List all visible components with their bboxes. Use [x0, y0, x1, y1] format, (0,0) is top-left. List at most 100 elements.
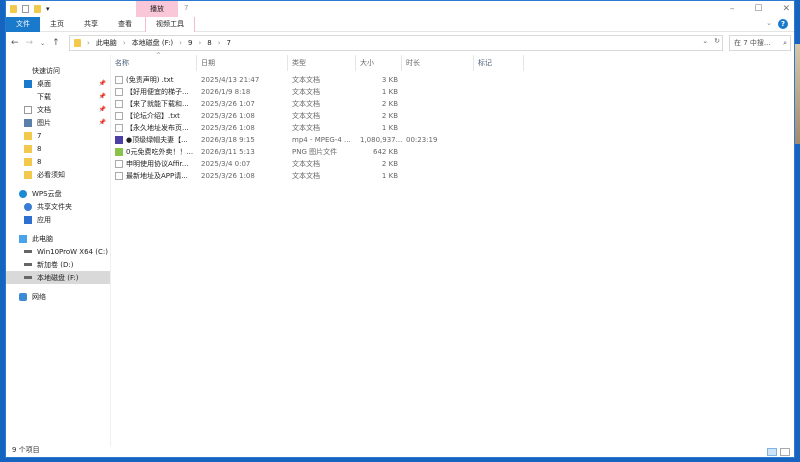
nav-item[interactable]: 下载 📌: [6, 90, 110, 103]
nav-item-label: 网络: [32, 292, 46, 301]
tab-file[interactable]: 文件: [6, 16, 40, 32]
details-view-button[interactable]: [767, 448, 777, 456]
column-date[interactable]: 日期: [197, 55, 288, 71]
nav-item[interactable]: 文档 📌: [6, 103, 110, 116]
column-type[interactable]: 类型: [288, 55, 356, 71]
nav-item-label: 8: [37, 144, 42, 153]
nav-item[interactable]: 必看须知: [6, 168, 110, 181]
ribbon-tabs: 文件 主页 共享 查看 视频工具 ⌄ ?: [6, 16, 794, 32]
txt-file-icon: [115, 160, 123, 168]
png-file-icon: [115, 148, 123, 156]
file-row[interactable]: 【好用便宜的梯子... 2026/1/9 8:18 文本文档 1 KB: [111, 86, 794, 98]
search-input[interactable]: 在 7 中搜... ⌕: [729, 35, 791, 51]
nav-item[interactable]: 7: [6, 129, 110, 142]
tab-video-tools[interactable]: 视频工具: [145, 16, 195, 32]
title-bar: ▾ 播放 7 – ☐ ✕: [6, 1, 794, 17]
breadcrumb-drive-f[interactable]: 本地磁盘 (F:): [132, 38, 174, 48]
forward-button[interactable]: →: [26, 38, 34, 48]
nav-item-label: 文档: [37, 105, 51, 114]
pin-icon: 📌: [98, 119, 106, 126]
properties-icon[interactable]: [22, 5, 29, 13]
file-date: 2025/3/26 1:07: [201, 100, 255, 108]
nav-item[interactable]: 本地磁盘 (F:): [6, 271, 110, 284]
recent-dropdown-icon[interactable]: ⌄: [40, 40, 45, 47]
up-button[interactable]: ↑: [52, 38, 60, 48]
navigation-pane: 快速访问 桌面 📌 下载 📌 文档 📌 图片 📌 7 8 8 必看须知 WPS云盘 共享文件夹 应用 此电脑 Wi…: [6, 55, 110, 447]
minimize-button[interactable]: –: [730, 1, 735, 17]
column-tags[interactable]: 标记: [474, 55, 524, 71]
context-tab-play[interactable]: 播放: [136, 1, 178, 17]
nav-item[interactable]: 共享文件夹: [6, 200, 110, 213]
search-icon: ⌕: [783, 39, 787, 47]
help-icon[interactable]: ?: [778, 19, 788, 29]
column-size[interactable]: 大小: [356, 55, 402, 71]
nav-item[interactable]: 8: [6, 142, 110, 155]
folder-icon: [24, 131, 32, 140]
nav-item-label: 7: [37, 131, 42, 140]
quick-access-toolbar: ▾: [6, 5, 50, 13]
file-date: 2025/3/26 1:08: [201, 124, 255, 132]
file-date: 2025/4/13 21:47: [201, 76, 260, 84]
apps-icon: [24, 215, 32, 224]
nav-item[interactable]: 此电脑: [6, 232, 110, 245]
tab-home[interactable]: 主页: [40, 17, 74, 32]
folder-icon: [24, 144, 32, 153]
nav-item[interactable]: 8: [6, 155, 110, 168]
address-bar[interactable]: › 此电脑 › 本地磁盘 (F:) › 9 › 8 › 7 ⌄ ↻: [69, 35, 723, 51]
file-type: 文本文档: [292, 124, 320, 132]
nav-item[interactable]: 应用: [6, 213, 110, 226]
file-size: 642 KB: [373, 148, 398, 156]
file-row[interactable]: 【永久地址发布页... 2025/3/26 1:08 文本文档 1 KB: [111, 122, 794, 134]
status-item-count: 9 个项目: [12, 446, 40, 454]
nav-item[interactable]: Win10ProW X64 (C:): [6, 245, 110, 258]
breadcrumb-this-pc[interactable]: 此电脑: [96, 38, 117, 48]
nav-item[interactable]: 新加卷 (D:): [6, 258, 110, 271]
file-row[interactable]: 0元免费吃外卖！！... 2026/3/11 5:13 PNG 图片文件 642 KB: [111, 146, 794, 158]
file-size: 2 KB: [381, 112, 398, 120]
file-date: 2026/1/9 8:18: [201, 88, 251, 96]
nav-item[interactable]: 快速访问: [6, 64, 110, 77]
nav-item-label: 快速访问: [32, 66, 60, 75]
breadcrumb-9[interactable]: 9: [188, 39, 192, 47]
file-type: 文本文档: [292, 112, 320, 120]
back-button[interactable]: ←: [11, 38, 19, 48]
file-row[interactable]: ●顶级绿帽夫妻【... 2026/3/18 9:15 mp4 - MPEG-4 ..…: [111, 134, 794, 146]
file-row[interactable]: 【论坛介绍】.txt 2025/3/26 1:08 文本文档 2 KB: [111, 110, 794, 122]
column-duration[interactable]: 时长: [402, 55, 474, 71]
nav-item[interactable]: 图片 📌: [6, 116, 110, 129]
expand-ribbon-icon[interactable]: ⌄: [766, 19, 772, 27]
file-size: 2 KB: [381, 100, 398, 108]
breadcrumb-8[interactable]: 8: [207, 39, 211, 47]
file-row[interactable]: 【来了就能下载和... 2025/3/26 1:07 文本文档 2 KB: [111, 98, 794, 110]
file-date: 2025/3/26 1:08: [201, 172, 255, 180]
nav-item-label: 此电脑: [32, 234, 53, 243]
tab-view[interactable]: 查看: [108, 17, 142, 32]
txt-file-icon: [115, 88, 123, 96]
customize-dropdown-icon[interactable]: ▾: [46, 5, 50, 13]
breadcrumb-7[interactable]: 7: [227, 39, 231, 47]
star-icon: [19, 67, 27, 75]
nav-item[interactable]: WPS云盘: [6, 187, 110, 200]
file-name: 【永久地址发布页...: [126, 124, 189, 132]
column-name[interactable]: 名称: [111, 55, 197, 71]
drive-icon: [24, 250, 32, 253]
nav-item[interactable]: 网络: [6, 290, 110, 303]
file-row[interactable]: (免责声明) .txt 2025/4/13 21:47 文本文档 3 KB: [111, 74, 794, 86]
refresh-icon[interactable]: ↻: [714, 37, 720, 45]
nav-item[interactable]: 桌面 📌: [6, 77, 110, 90]
new-folder-icon[interactable]: [34, 5, 41, 13]
file-row[interactable]: 最新地址及APP请... 2025/3/26 1:08 文本文档 1 KB: [111, 170, 794, 182]
file-row[interactable]: 申明使用协议Affir... 2025/3/4 0:07 文本文档 2 KB: [111, 158, 794, 170]
large-icons-view-button[interactable]: [780, 448, 790, 456]
close-button[interactable]: ✕: [782, 1, 790, 17]
tab-share[interactable]: 共享: [74, 17, 108, 32]
folder-icon: [24, 157, 32, 166]
nav-item-label: 应用: [37, 215, 51, 224]
file-size: 3 KB: [381, 76, 398, 84]
file-date: 2026/3/18 9:15: [201, 136, 255, 144]
address-dropdown-icon[interactable]: ⌄: [702, 37, 708, 45]
pin-icon: 📌: [98, 80, 106, 87]
file-size: 1 KB: [381, 172, 398, 180]
nav-item-label: WPS云盘: [32, 189, 62, 198]
maximize-button[interactable]: ☐: [754, 1, 762, 17]
